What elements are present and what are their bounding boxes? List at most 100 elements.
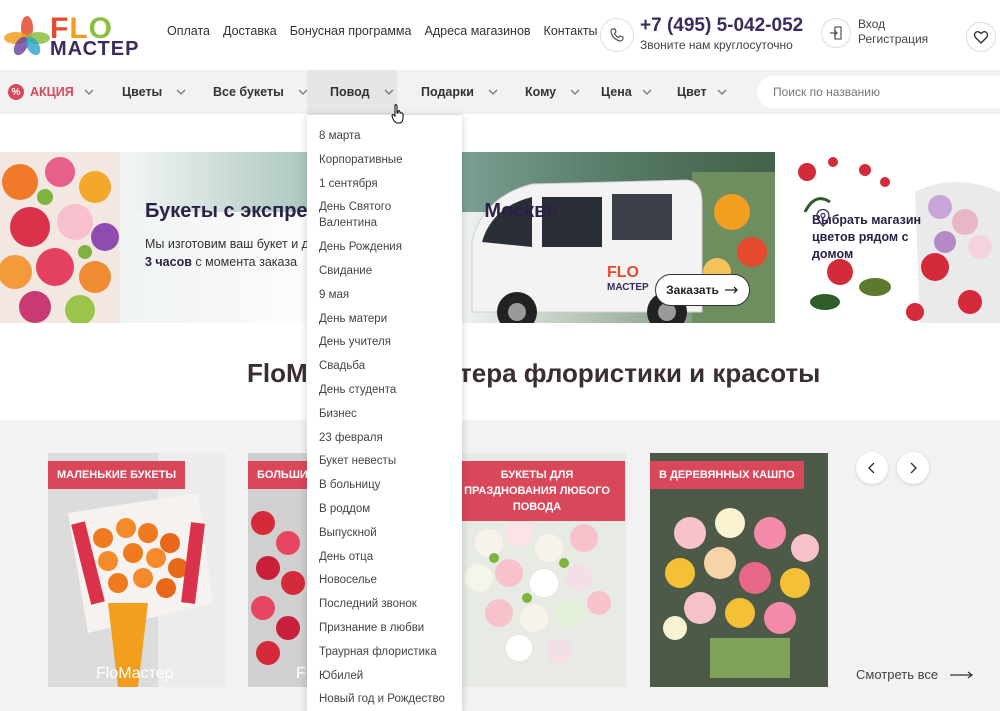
category-label: БУКЕТЫ ДЛЯ ПРАЗДНОВАНИЯ ЛЮБОГО ПОВОДА <box>449 461 625 521</box>
occasion-option[interactable]: Букет невесты <box>307 453 462 469</box>
carousel-next-button[interactable] <box>897 452 929 484</box>
banner-subtitle-line2: с момента заказа <box>191 255 298 269</box>
occasion-option[interactable]: 23 февраля <box>307 430 462 446</box>
arrow-right-icon <box>724 283 739 297</box>
menu-item-gifts[interactable]: Подарки <box>421 70 500 114</box>
category-card-wooden-pots[interactable]: В ДЕРЕВЯННЫХ КАШПО <box>650 453 828 687</box>
occasion-option[interactable]: В роддом <box>307 501 462 517</box>
category-label: МАЛЕНЬКИЕ БУКЕТЫ <box>48 461 186 489</box>
nav-bonus[interactable]: Бонусная программа <box>290 24 412 38</box>
chevron-right-icon <box>910 462 917 474</box>
auth-links: Вход Регистрация <box>858 17 928 47</box>
occasion-dropdown: 8 марта Корпоративные 1 сентября День Свято… <box>307 114 462 711</box>
chevron-down-icon <box>176 86 188 98</box>
menu-item-all-bouquets-label: Все букеты <box>213 85 284 99</box>
header: FLO МАСТЕР Оплата Доставка Бонусная прог… <box>0 0 1000 70</box>
chevron-down-icon <box>84 86 96 98</box>
occasion-option[interactable]: 1 сентября <box>307 176 462 192</box>
see-all-link[interactable]: Смотреть все <box>856 667 974 682</box>
occasion-option[interactable]: День Рождения <box>307 239 462 255</box>
svg-text:FLO: FLO <box>607 264 639 281</box>
store-locator-banner[interactable]: Выбрать магазин цветов рядом с домом <box>795 152 1000 323</box>
banner-title-start: Букеты с экспрес <box>145 200 319 222</box>
main-menu: % АКЦИЯ Цветы Все букеты Повод Подарки К… <box>0 70 1000 114</box>
bouquet-image <box>0 152 120 323</box>
occasion-option[interactable]: Свадьба <box>307 358 462 374</box>
nav-stores[interactable]: Адреса магазинов <box>424 24 530 38</box>
section-title-end: тера флористики и красоты <box>459 358 821 388</box>
menu-item-recipient-label: Кому <box>525 85 557 99</box>
occasion-option[interactable]: 9 мая <box>307 287 462 303</box>
banner-subtitle-bold: 3 часов <box>145 255 192 269</box>
occasion-option[interactable]: День матери <box>307 311 462 327</box>
category-label: БОЛЬШИ <box>248 461 307 489</box>
banner-subtitle: Мы изготовим ваш букет и д 3 часов с мом… <box>145 235 309 271</box>
logo[interactable]: FLO МАСТЕР <box>4 10 144 62</box>
menu-item-all-bouquets[interactable]: Все букеты <box>213 70 310 114</box>
search-input[interactable] <box>773 85 993 99</box>
menu-item-sale[interactable]: % АКЦИЯ <box>8 70 96 114</box>
percent-icon: % <box>8 84 24 100</box>
arrow-right-icon <box>950 671 974 678</box>
chevron-down-icon <box>717 86 729 98</box>
banner-title-end: Москве <box>484 200 558 222</box>
occasion-option[interactable]: День учителя <box>307 334 462 350</box>
chevron-down-icon <box>570 86 582 98</box>
occasion-option[interactable]: День студента <box>307 382 462 398</box>
order-button[interactable]: Заказать <box>655 274 750 306</box>
login-link[interactable]: Вход <box>858 17 928 32</box>
chevron-down-icon <box>488 86 500 98</box>
menu-item-color[interactable]: Цвет <box>677 70 729 114</box>
occasion-list: 8 марта Корпоративные 1 сентября День Свято… <box>307 115 462 707</box>
phone-icon[interactable] <box>600 18 634 52</box>
occasion-option[interactable]: Новый год и Рождество <box>307 691 462 707</box>
occasion-option[interactable]: Новоселье <box>307 572 462 588</box>
occasion-option[interactable]: Свидание <box>307 263 462 279</box>
menu-item-flowers[interactable]: Цветы <box>122 70 188 114</box>
chevron-down-icon <box>642 86 654 98</box>
chevron-down-icon <box>384 86 396 98</box>
map-pin-icon <box>815 208 831 231</box>
occasion-option[interactable]: Корпоративные <box>307 152 462 168</box>
favorites-heart-icon[interactable] <box>966 22 996 52</box>
order-button-label: Заказать <box>666 283 719 297</box>
occasion-option[interactable]: Последний звонок <box>307 596 462 612</box>
occasion-option[interactable]: Признание в любви <box>307 620 462 636</box>
section-title-start: FloM <box>247 358 308 388</box>
menu-item-price[interactable]: Цена <box>601 70 654 114</box>
phone-subtitle: Звоните нам круглосуточно <box>640 38 793 52</box>
section-title: FloM тера флористики и красоты <box>247 358 820 389</box>
top-nav: Оплата Доставка Бонусная программа Адрес… <box>167 24 598 38</box>
category-card-celebration[interactable]: БУКЕТЫ ДЛЯ ПРАЗДНОВАНИЯ ЛЮБОГО ПОВОДА <box>449 453 626 687</box>
category-card-large[interactable]: БОЛЬШИ F <box>248 453 307 687</box>
occasion-option[interactable]: В больницу <box>307 477 462 493</box>
nav-payment[interactable]: Оплата <box>167 24 210 38</box>
menu-item-sale-label: АКЦИЯ <box>30 85 74 99</box>
hand-cursor-icon <box>391 104 404 124</box>
logo-text-bottom: МАСТЕР <box>50 38 140 60</box>
occasion-option[interactable]: Выпускной <box>307 525 462 541</box>
login-icon[interactable] <box>821 18 851 48</box>
banner-subtitle-line1: Мы изготовим ваш букет и д <box>145 237 309 251</box>
register-link[interactable]: Регистрация <box>858 32 928 47</box>
occasion-option[interactable]: День отца <box>307 549 462 565</box>
phone-number[interactable]: +7 (495) 5-042-052 <box>640 15 803 37</box>
occasion-option[interactable]: День Святого Валентина <box>307 199 462 231</box>
menu-item-price-label: Цена <box>601 85 632 99</box>
watermark-brand: F <box>296 665 306 682</box>
occasion-option[interactable]: Юбилей <box>307 668 462 684</box>
category-card-small[interactable]: МАЛЕНЬКИЕ БУКЕТЫ FloМастер <box>48 453 226 687</box>
search-box <box>757 76 1000 108</box>
chevron-left-icon <box>868 462 875 474</box>
nav-contacts[interactable]: Контакты <box>544 24 598 38</box>
menu-item-occasion[interactable]: Повод <box>307 70 397 114</box>
menu-item-occasion-label: Повод <box>330 85 370 99</box>
menu-item-recipient[interactable]: Кому <box>525 70 582 114</box>
occasion-option[interactable]: Траурная флористика <box>307 644 462 660</box>
occasion-option[interactable]: Бизнес <box>307 406 462 422</box>
nav-delivery[interactable]: Доставка <box>223 24 277 38</box>
menu-item-flowers-label: Цветы <box>122 85 163 99</box>
occasion-option[interactable]: 8 марта <box>307 128 462 144</box>
watermark-brand: FloМастер <box>96 665 174 682</box>
carousel-prev-button[interactable] <box>856 452 888 484</box>
